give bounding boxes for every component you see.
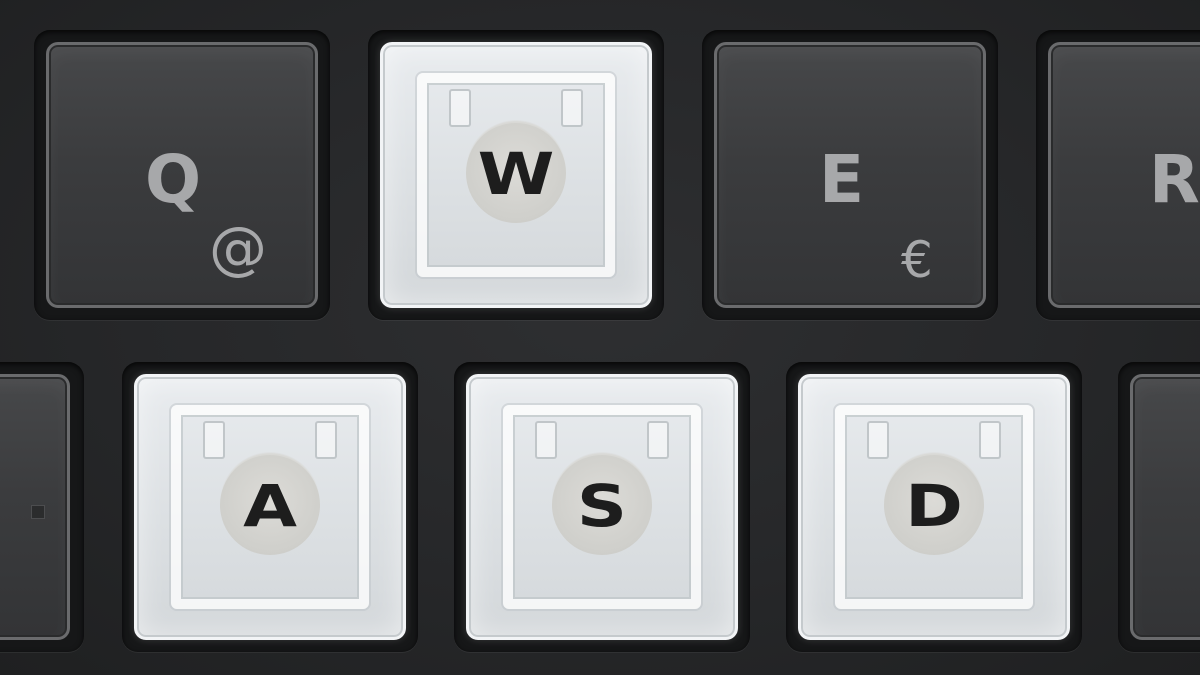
caps-lock-indicator	[31, 505, 45, 519]
d-key-label: D	[905, 471, 963, 540]
e-key-alt-label: €	[901, 231, 933, 289]
s-key[interactable]: S	[466, 374, 738, 640]
w-key[interactable]: W	[380, 42, 652, 308]
s-key-label: S	[576, 471, 628, 540]
caps-lock-key[interactable]	[0, 374, 70, 640]
q-key-label: Q	[145, 141, 204, 218]
e-key[interactable]: E €	[714, 42, 986, 308]
r-key[interactable]: R	[1048, 42, 1200, 308]
keyboard-photo: Q @ W E € R A S D	[0, 0, 1200, 675]
a-key-label: A	[243, 471, 297, 540]
w-key-label: W	[477, 139, 555, 208]
d-key[interactable]: D	[798, 374, 1070, 640]
r-key-label: R	[1149, 141, 1200, 218]
e-key-label: E	[819, 141, 867, 218]
q-key-alt-label: @	[209, 214, 267, 282]
a-key[interactable]: A	[134, 374, 406, 640]
q-key[interactable]: Q @	[46, 42, 318, 308]
f-key[interactable]	[1130, 374, 1200, 640]
